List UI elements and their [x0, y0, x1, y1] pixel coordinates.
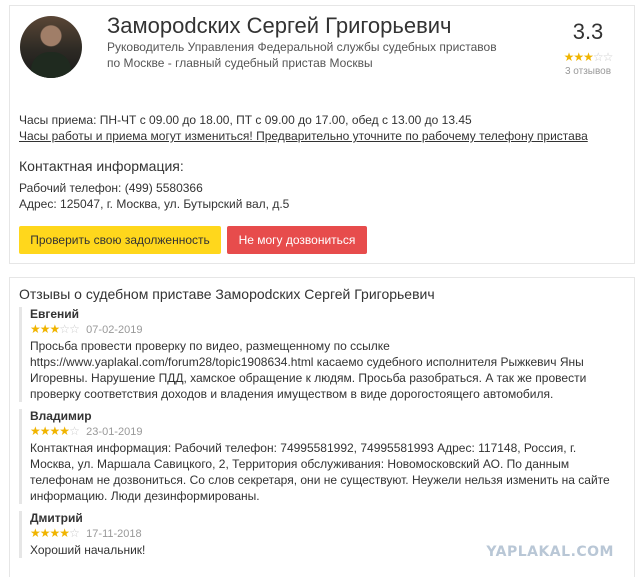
star-filled-icon: ★ [30, 526, 41, 540]
star-filled-icon: ★ [30, 322, 41, 336]
review-stars: ★★★★☆ [30, 424, 80, 438]
star-filled-icon: ★ [563, 50, 575, 64]
review-author: Владимир [30, 409, 92, 423]
avatar [20, 16, 82, 78]
review-date: 07-02-2019 [86, 324, 143, 336]
review-date: 17-11-2018 [86, 528, 142, 540]
review-meta: ★★★★☆ 17-11-2018 [30, 526, 611, 542]
watermark: YAPLAKAL.COM [486, 544, 614, 560]
star-filled-icon: ★ [59, 526, 70, 540]
review-stars: ★★★☆☆ [30, 322, 80, 336]
star-empty-icon: ☆ [592, 50, 604, 64]
star-empty-icon: ☆ [602, 50, 614, 64]
reception-hours: Часы приема: ПН-ЧТ с 09.00 до 18.00, ПТ … [19, 113, 472, 127]
rating-stars: ★★★☆☆ [558, 50, 618, 64]
work-phone: Рабочий телефон: (499) 5580366 [19, 181, 203, 195]
reviews-title: Отзывы о судебном приставе Заморodских С… [19, 286, 435, 302]
review-item: Владимир ★★★★☆ 23-01-2019 Контактная инф… [19, 409, 611, 504]
star-filled-icon: ★ [30, 424, 41, 438]
star-empty-icon: ☆ [69, 322, 80, 336]
star-filled-icon: ★ [583, 50, 594, 64]
review-meta: ★★★★☆ 23-01-2019 [30, 424, 611, 440]
reviews-card: Отзывы о судебном приставе Заморodских С… [9, 277, 635, 577]
star-filled-icon: ★ [49, 322, 61, 336]
review-date: 23-01-2019 [86, 426, 143, 438]
hours-note: Часы работы и приема могут измениться! П… [19, 129, 588, 143]
contact-title: Контактная информация: [19, 158, 184, 174]
star-empty-icon: ☆ [69, 424, 80, 438]
star-filled-icon: ★ [39, 424, 51, 438]
review-text: Просьба провести проверку по видео, разм… [30, 339, 587, 401]
star-empty-icon: ☆ [59, 322, 70, 336]
review-author: Евгений [30, 307, 80, 321]
review-stars: ★★★★☆ [30, 526, 80, 540]
check-debt-button[interactable]: Проверить свою задолженность [19, 226, 221, 254]
review-text: Контактная информация: Рабочий телефон: … [30, 441, 610, 503]
star-filled-icon: ★ [573, 50, 584, 64]
rating-count: 3 отзывов [564, 66, 612, 77]
cannot-call-button[interactable]: Не могу дозвониться [227, 226, 367, 254]
star-filled-icon: ★ [59, 424, 70, 438]
profile-card: Заморodских Сергей Григорьевич Руководит… [9, 5, 635, 264]
rating-value: 3.3 [572, 19, 604, 44]
review-item: Евгений ★★★☆☆ 07-02-2019 Просьба провест… [19, 307, 611, 402]
star-empty-icon: ☆ [69, 526, 80, 540]
star-filled-icon: ★ [39, 526, 51, 540]
bailiff-position: Руководитель Управления Федеральной служ… [107, 40, 497, 70]
star-filled-icon: ★ [49, 526, 61, 540]
review-meta: ★★★☆☆ 07-02-2019 [30, 322, 611, 338]
star-filled-icon: ★ [49, 424, 61, 438]
bailiff-name: Заморodских Сергей Григорьевич [107, 13, 452, 38]
address: Адрес: 125047, г. Москва, ул. Бутырский … [19, 197, 290, 211]
star-filled-icon: ★ [39, 322, 51, 336]
review-author: Дмитрий [30, 511, 83, 525]
